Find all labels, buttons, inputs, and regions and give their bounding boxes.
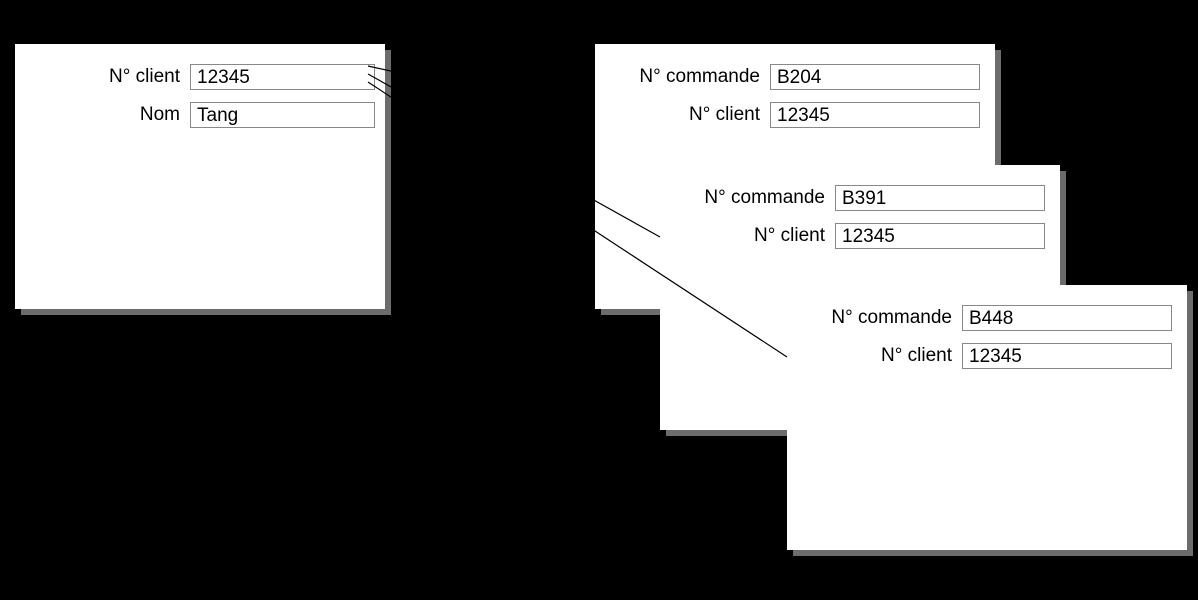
order-id-label: N° commande — [595, 66, 770, 88]
client-name-field[interactable]: Tang — [190, 102, 375, 128]
order-client-id-field[interactable]: 12345 — [962, 343, 1172, 369]
order-client-id-label: N° client — [660, 225, 835, 247]
order-id-field[interactable]: B204 — [770, 64, 980, 90]
order-id-label: N° commande — [787, 307, 962, 329]
order-id-field[interactable]: B448 — [962, 305, 1172, 331]
client-id-label: N° client — [15, 66, 190, 88]
client-card: N° client 12345 Nom Tang — [15, 44, 385, 309]
client-id-field[interactable]: 12345 — [190, 64, 375, 90]
client-name-label: Nom — [15, 104, 190, 126]
order-id-field[interactable]: B391 — [835, 185, 1045, 211]
order-client-id-field[interactable]: 12345 — [835, 223, 1045, 249]
order-client-id-label: N° client — [787, 345, 962, 367]
order-client-id-label: N° client — [595, 104, 770, 126]
order-card: N° commande B448 N° client 12345 — [787, 285, 1187, 550]
order-client-id-field[interactable]: 12345 — [770, 102, 980, 128]
order-id-label: N° commande — [660, 187, 835, 209]
